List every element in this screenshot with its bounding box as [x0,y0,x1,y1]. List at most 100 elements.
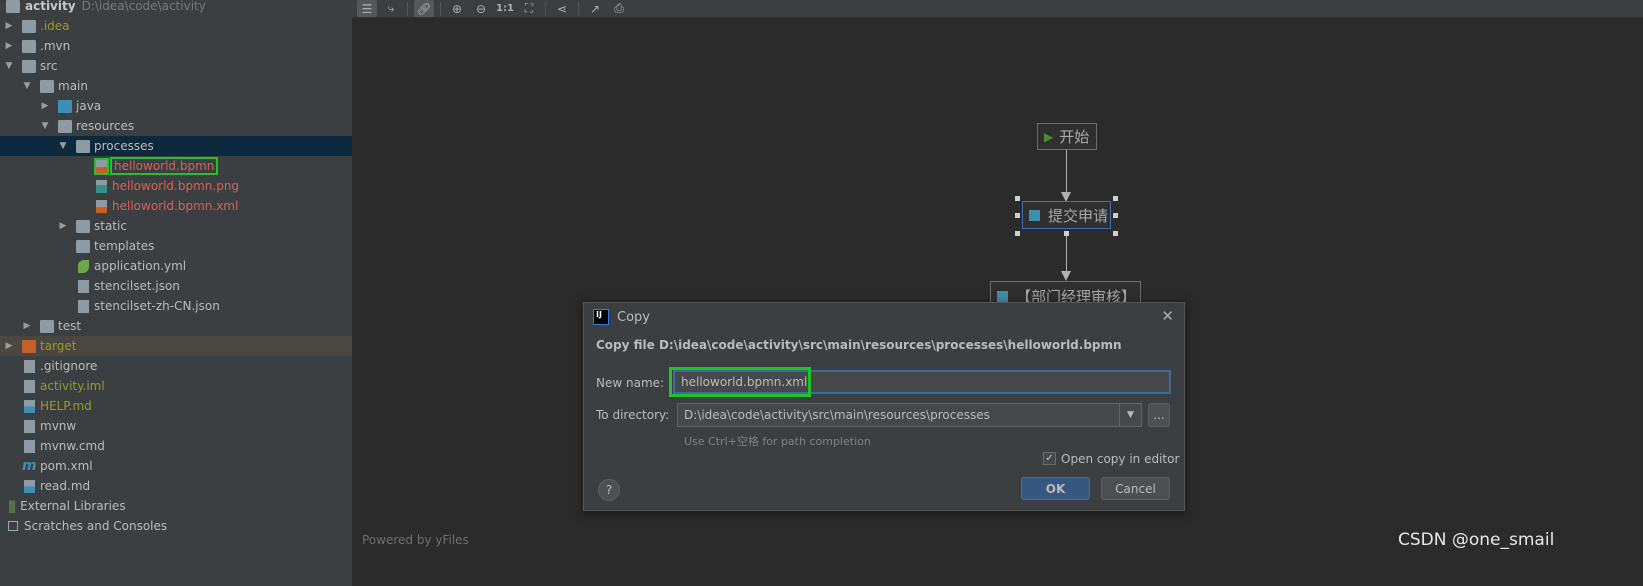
tree-item-label: src [40,59,58,73]
open-copy-label[interactable]: Open copy in editor [1061,452,1179,466]
tree-item[interactable]: stencilset.json [0,276,352,296]
chevron-down-icon[interactable]: ▼ [1119,404,1141,426]
print-icon[interactable]: ⎙ [609,0,629,17]
fit-content-icon[interactable]: ⛶ [519,0,539,17]
divider [545,1,546,16]
link-icon[interactable]: 🔗︎ [414,0,434,17]
collapsed-arrow-icon[interactable]: ▶ [40,101,50,111]
zoom-in-icon[interactable]: ⊕ [447,0,467,17]
project-folder-icon [6,0,20,13]
spring-file-icon [78,259,89,273]
start-event-node[interactable]: ▶ 开始 [1037,123,1097,150]
tree-item[interactable]: ▶ test [0,316,352,336]
collapsed-arrow-icon[interactable]: ▶ [4,41,14,51]
resize-handle[interactable] [1015,196,1020,201]
collapsed-arrow-icon[interactable]: ▶ [4,21,14,31]
tree-item-label: test [58,319,82,333]
layout-icon[interactable]: ⋖ [552,0,572,17]
tree-item-label: stencilset.json [94,279,180,293]
tree-item-external-libraries[interactable]: ||| External Libraries [0,496,352,516]
dialog-title: Copy [617,310,650,325]
folder-icon [76,239,90,253]
tree-item[interactable]: helloworld.bpmn [0,156,352,176]
tree-item[interactable]: ▶ .idea [0,16,352,36]
tree-item[interactable]: ▼ processes [0,136,352,156]
copy-dialog: IJ Copy ✕ Copy file D:\idea\code\activit… [583,302,1185,511]
flow-edge [1066,150,1067,195]
tree-item[interactable]: .gitignore [0,356,352,376]
actual-size-icon[interactable]: 1:1 [495,0,515,17]
settings-sliders-icon[interactable]: ☰ [357,0,377,17]
resize-handle[interactable] [1113,196,1118,201]
tree-item[interactable]: ▶ static [0,216,352,236]
cancel-button[interactable]: Cancel [1101,477,1170,500]
tree-item-label: resources [76,119,135,133]
expanded-arrow-icon[interactable]: ▼ [22,81,32,91]
folder-icon [58,119,72,133]
tree-item[interactable]: HELP.md [0,396,352,416]
highlight-box [669,367,811,397]
expanded-arrow-icon[interactable]: ▼ [58,141,68,151]
tree-item[interactable]: mvnw [0,416,352,436]
close-icon[interactable]: ✕ [1161,307,1174,325]
to-directory-value: D:\idea\code\activity\src\main\resources… [684,408,990,422]
expanded-arrow-icon[interactable]: ▼ [40,121,50,131]
user-task-node-selected[interactable]: 提交申请 [1022,201,1111,229]
powered-by-label: Powered by yFiles [362,533,469,547]
dialog-heading: Copy file D:\idea\code\activity\src\main… [596,338,1122,352]
tree-item[interactable]: activity.iml [0,376,352,396]
to-directory-combobox[interactable]: D:\idea\code\activity\src\main\resources… [677,403,1142,427]
image-file-icon [96,179,107,193]
collapsed-arrow-icon[interactable]: ▶ [22,321,32,331]
collapsed-arrow-icon[interactable]: ▶ [4,341,14,351]
tree-item[interactable]: stencilset-zh-CN.json [0,296,352,316]
folder-orange-icon [22,339,36,353]
folder-icon [76,219,90,233]
tree-item[interactable]: ▶ java [0,96,352,116]
zoom-out-icon[interactable]: ⊖ [471,0,491,17]
file-icon [24,439,35,453]
tree-item-label: processes [94,139,154,153]
resize-handle[interactable] [1015,231,1020,236]
resize-handle[interactable] [1113,213,1118,218]
tree-item[interactable]: mvnw.cmd [0,436,352,456]
tree-item[interactable]: templates [0,236,352,256]
tree-item[interactable]: helloworld.bpmn.png [0,176,352,196]
xml-file-icon [96,199,107,213]
tree-item-label: pom.xml [40,459,93,473]
tree-item[interactable]: ▶ .mvn [0,36,352,56]
tree-item[interactable]: helloworld.bpmn.xml [0,196,352,216]
tree-item[interactable]: ▼ resources [0,116,352,136]
resize-handle[interactable] [1113,231,1118,236]
open-copy-checkbox[interactable]: ✓ [1043,452,1056,465]
browse-button[interactable]: ... [1148,403,1170,427]
folder-icon [22,39,36,53]
tree-root[interactable]: activity D:\idea\code\activity [0,0,352,16]
tree-item[interactable]: ▼ main [0,76,352,96]
tree-item-scratches[interactable]: Scratches and Consoles [0,516,352,536]
help-button[interactable]: ? [598,479,620,501]
json-file-icon [78,299,89,313]
tree-item[interactable]: m pom.xml [0,456,352,476]
tree-item[interactable]: read.md [0,476,352,496]
ok-button[interactable]: OK [1021,477,1090,500]
export-icon[interactable]: ↗ [585,0,605,17]
tree-item-label: .idea [40,19,70,33]
tree-item-label: helloworld.bpmn [109,157,219,175]
tree-item[interactable]: ▶ target [0,336,352,356]
tree-item[interactable]: application.yml [0,256,352,276]
tree-item[interactable]: ▼ src [0,56,352,76]
resize-handle[interactable] [1015,213,1020,218]
tree-item-label: .mvn [40,39,71,53]
expanded-arrow-icon[interactable]: ▼ [4,61,14,71]
edge-route-icon[interactable]: ⤷ [381,0,401,17]
tree-item-label: stencilset-zh-CN.json [94,299,220,313]
collapsed-arrow-icon[interactable]: ▶ [58,221,68,231]
